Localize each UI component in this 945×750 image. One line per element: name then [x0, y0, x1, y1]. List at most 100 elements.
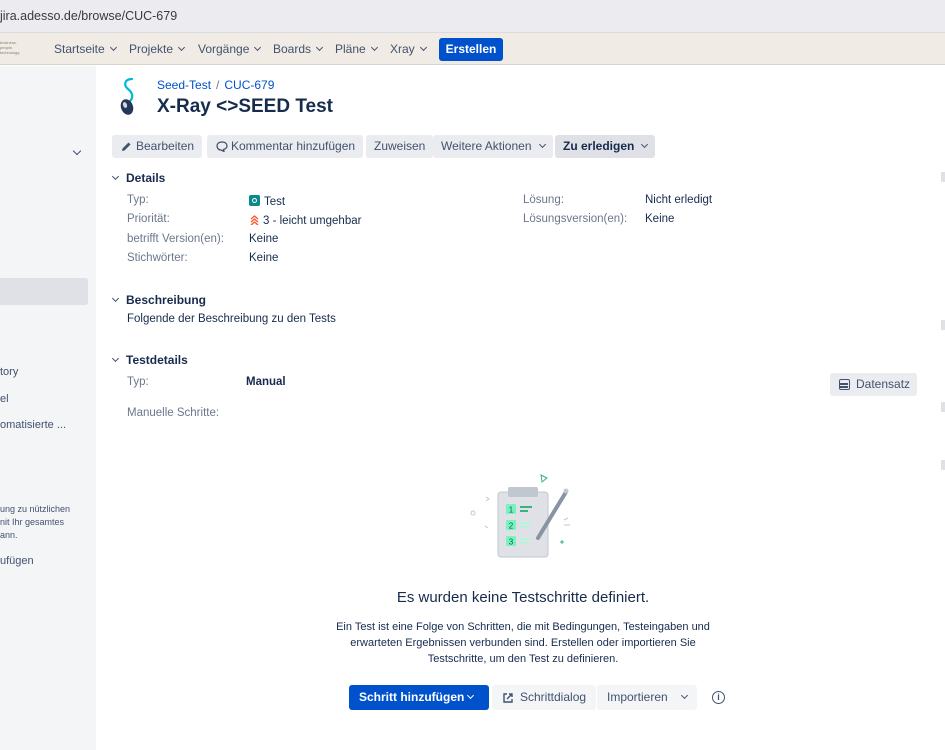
type-text: Test	[264, 196, 286, 208]
type-label: Typ:	[127, 194, 149, 206]
import-button[interactable]: Importieren	[597, 685, 697, 710]
sidebar-item-add[interactable]: ufügen	[0, 555, 34, 567]
dataset-button[interactable]: Datensatz	[830, 373, 917, 396]
step-dialog-label: Schrittdialog	[520, 690, 587, 704]
right-panel-edge	[941, 172, 945, 182]
browser-url-bar[interactable]: jira.adesso.de/browse/CUC-679	[0, 0, 945, 33]
comment-label: Kommentar hinzufügen	[231, 139, 356, 153]
nav-xray[interactable]: Xray	[390, 42, 427, 56]
type-value: Test	[249, 194, 285, 208]
issue-title[interactable]: X-Ray <>SEED Test	[157, 96, 333, 118]
table-icon	[839, 379, 850, 390]
nav-label: Vorgänge	[198, 42, 250, 56]
more-actions-button[interactable]: Weitere Aktionen	[433, 135, 553, 158]
description-heading: Beschreibung	[126, 293, 207, 307]
priority-text: 3 - leicht umgehbar	[263, 215, 362, 227]
resolution-value: Nicht erledigt	[645, 194, 713, 206]
import-label: Importieren	[607, 690, 668, 704]
chevron-down-icon	[538, 140, 546, 149]
breadcrumb-issue-link[interactable]: CUC-679	[224, 78, 274, 92]
test-type-icon	[249, 195, 260, 206]
nav-startseite[interactable]: Startseite	[54, 42, 117, 56]
labels-value[interactable]: Keine	[249, 252, 278, 264]
right-panel-edge	[941, 460, 945, 470]
sidebar-item-automation[interactable]: omatisierte ...	[0, 419, 66, 431]
nav-projekte[interactable]: Projekte	[129, 42, 186, 56]
nav-vorgaenge[interactable]: Vorgänge	[198, 42, 262, 56]
breadcrumb-separator: /	[216, 78, 220, 92]
chevron-down-icon	[111, 294, 120, 303]
right-panel-edge	[941, 402, 945, 412]
step-number: 3	[509, 538, 514, 547]
empty-state-title: Es wurden keine Testschritte definiert.	[396, 589, 650, 606]
chevron-down-icon	[109, 43, 117, 52]
sidebar-item-level[interactable]: el	[0, 393, 9, 405]
edit-button[interactable]: Bearbeiten	[112, 135, 203, 158]
edit-label: Bearbeiten	[136, 139, 195, 153]
info-icon[interactable]: i	[712, 691, 725, 704]
chevron-down-icon	[315, 43, 324, 52]
chevron-down-icon	[419, 43, 427, 52]
test-steps-illustration: 1 2 3	[470, 474, 570, 558]
chevron-down-icon	[641, 140, 649, 149]
nav-label: Startseite	[54, 42, 105, 56]
add-step-button[interactable]: Schritt hinzufügen	[349, 685, 489, 710]
fix-version-value: Keine	[645, 213, 675, 225]
testdetails-heading: Testdetails	[126, 353, 188, 367]
priority-label: Priorität:	[127, 213, 170, 225]
test-type-value[interactable]: Manual	[246, 376, 286, 388]
nav-label: Pläne	[335, 42, 366, 56]
chevron-down-icon	[111, 354, 120, 363]
priority-arrows-icon	[250, 215, 259, 226]
fix-version-label: Lösungsversion(en):	[523, 213, 628, 225]
priority-value: 3 - leicht umgehbar	[249, 213, 361, 227]
add-comment-button[interactable]: Kommentar hinzufügen	[207, 135, 364, 158]
sidebar-note-line: ann.	[0, 530, 18, 540]
pencil-icon	[122, 142, 131, 151]
labels-label: Stichwörter:	[127, 252, 188, 264]
resolution-label: Lösung:	[523, 194, 564, 206]
breadcrumb-project-link[interactable]: Seed-Test	[157, 78, 211, 92]
description-text[interactable]: Folgende der Beschreibung zu den Tests	[127, 313, 336, 325]
chevron-down-icon	[254, 43, 262, 52]
nav-plaene[interactable]: Pläne	[335, 42, 378, 56]
company-logo[interactable]: business. people. technology.	[0, 40, 30, 58]
manual-steps-label: Manuelle Schritte:	[127, 407, 220, 419]
breadcrumb: Seed-Test / CUC-679	[157, 78, 274, 92]
status-todo-button[interactable]: Zu erledigen	[555, 135, 656, 158]
details-section-toggle[interactable]: Details	[111, 171, 166, 185]
project-avatar-icon[interactable]	[115, 76, 143, 116]
affects-version-label: betrifft Version(en):	[127, 233, 224, 245]
chevron-down-icon	[177, 43, 186, 52]
nav-boards[interactable]: Boards	[273, 42, 324, 56]
nav-label: Xray	[390, 42, 415, 56]
nav-label: Projekte	[129, 42, 174, 56]
right-panel-edge	[941, 320, 945, 330]
chevron-down-icon	[370, 43, 378, 52]
more-actions-label: Weitere Aktionen	[441, 139, 532, 153]
chevron-down-icon	[111, 172, 120, 181]
add-step-label: Schritt hinzufügen	[359, 690, 465, 704]
chevron-down-icon	[466, 691, 475, 700]
dataset-label: Datensatz	[856, 377, 911, 391]
sidebar-item-history[interactable]: tory	[0, 366, 18, 378]
testdetails-section-toggle[interactable]: Testdetails	[111, 353, 188, 367]
empty-state-text: Ein Test ist eine Folge von Schritten, d…	[336, 621, 710, 665]
step-dialog-button[interactable]: Schrittdialog	[492, 685, 597, 710]
project-sidebar: tory el omatisierte ... ung zu nützliche…	[0, 66, 96, 750]
affects-version-value: Keine	[249, 233, 279, 245]
sidebar-note-line: ung zu nützlichen	[0, 504, 71, 514]
step-number: 2	[509, 522, 514, 531]
step-number: 1	[509, 506, 514, 515]
assign-button[interactable]: Zuweisen	[366, 135, 434, 158]
nav-label: Boards	[273, 42, 312, 56]
sidebar-note-line: nit Ihr gesamtes	[0, 517, 65, 527]
details-heading: Details	[126, 171, 166, 185]
create-button[interactable]: Erstellen	[439, 38, 503, 61]
sidebar-item-active[interactable]	[0, 278, 88, 305]
description-section-toggle[interactable]: Beschreibung	[111, 293, 207, 307]
status-label: Zu erledigen	[563, 139, 635, 153]
url-text[interactable]: jira.adesso.de/browse/CUC-679	[0, 9, 177, 23]
chevron-down-icon[interactable]	[72, 146, 82, 156]
external-link-icon	[503, 693, 513, 703]
